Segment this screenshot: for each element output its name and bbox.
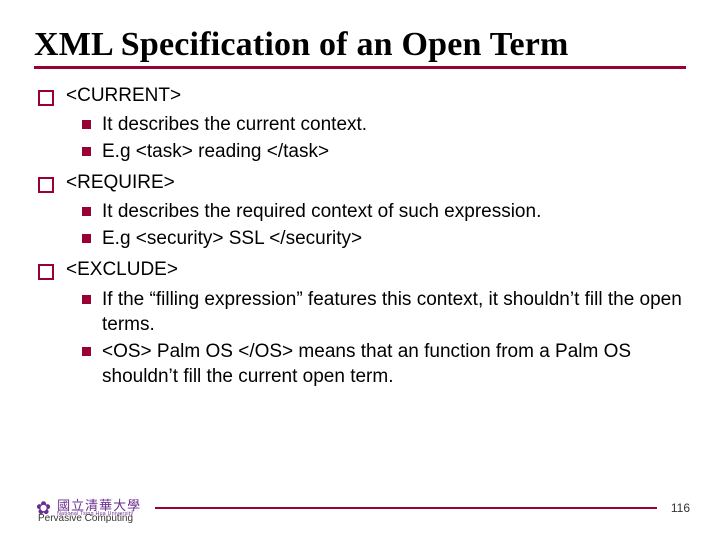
filled-square-icon [82,120,91,129]
section-heading: <CURRENT> [66,83,686,108]
list-item: <CURRENT> [38,83,686,108]
filled-square-icon [82,147,91,156]
bullet-text: E.g <task> reading </task> [102,139,686,164]
filled-square-icon [82,234,91,243]
filled-square-icon [82,207,91,216]
section-heading: <REQUIRE> [66,170,686,195]
filled-square-icon [82,295,91,304]
hollow-square-icon [38,264,54,280]
list-item: <OS> Palm OS </OS> means that an functio… [82,339,686,389]
list-item: It describes the required context of suc… [82,199,686,224]
hollow-square-icon [38,90,54,106]
list-item: <EXCLUDE> [38,257,686,282]
list-item: E.g <security> SSL </security> [82,226,686,251]
footer-rule [155,507,657,509]
page-number: 116 [671,501,690,515]
bullet-text: E.g <security> SSL </security> [102,226,686,251]
list-item: <REQUIRE> [38,170,686,195]
footer: ✿ 國立清華大學 National Tsing Hua University P… [0,494,720,522]
slide-body: <CURRENT> It describes the current conte… [34,83,686,389]
bullet-text: It describes the required context of suc… [102,199,686,224]
filled-square-icon [82,347,91,356]
logo-cn: 國立清華大學 [57,499,141,512]
bullet-text: It describes the current context. [102,112,686,137]
footer-label: Pervasive Computing [38,513,133,524]
section-heading: <EXCLUDE> [66,257,686,282]
slide: XML Specification of an Open Term <CURRE… [0,0,720,540]
slide-title: XML Specification of an Open Term [34,26,686,64]
bullet-text: If the “filling expression” features thi… [102,287,686,337]
hollow-square-icon [38,177,54,193]
list-item: It describes the current context. [82,112,686,137]
bullet-text: <OS> Palm OS </OS> means that an functio… [102,339,686,389]
list-item: E.g <task> reading </task> [82,139,686,164]
list-item: If the “filling expression” features thi… [82,287,686,337]
title-underline [34,66,686,69]
